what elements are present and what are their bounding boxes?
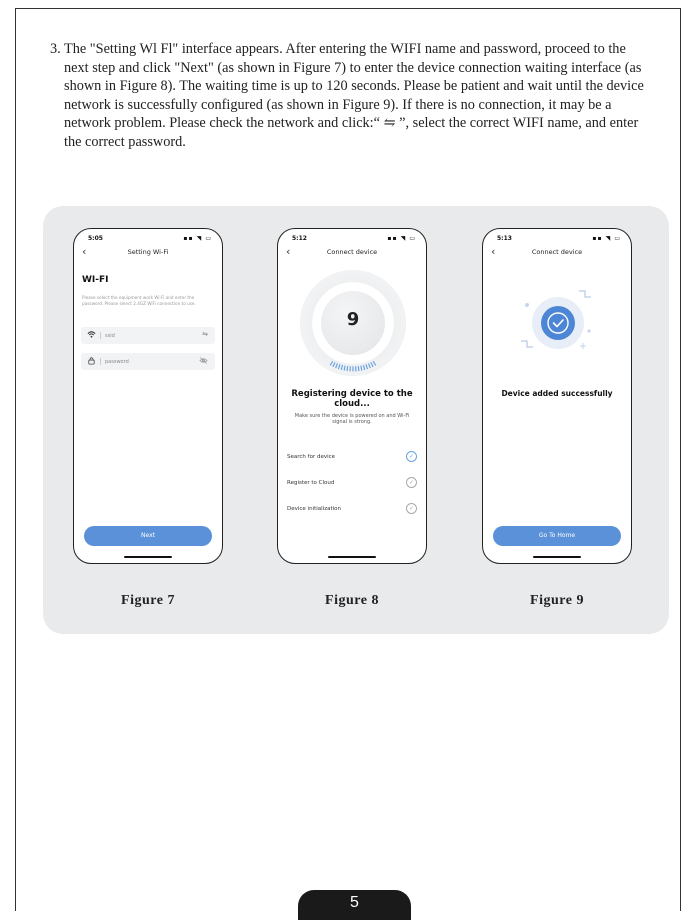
instruction-paragraph: 3. The "Setting Wl Fl" interface appears… bbox=[50, 40, 650, 152]
status-time: 5:13 bbox=[497, 235, 512, 242]
check-circle-icon: ✓ bbox=[406, 503, 417, 514]
figure-8-caption: Figure 8 bbox=[325, 593, 379, 608]
eye-off-icon[interactable] bbox=[199, 356, 208, 367]
nav-bar: ‹ Connect device bbox=[278, 245, 426, 261]
figures-panel: 5:05 ▪▪ ◥ ▭ ‹ Setting Wi-Fi WI-FI Please… bbox=[43, 206, 669, 634]
status-bar: 5:05 ▪▪ ◥ ▭ bbox=[74, 235, 222, 245]
step-label: Device initialization bbox=[287, 506, 342, 512]
figure-9-caption: Figure 9 bbox=[530, 593, 584, 608]
progress-ticks-icon bbox=[329, 360, 377, 372]
screen-title: Setting Wi-Fi bbox=[127, 248, 169, 256]
nav-bar: ‹ Connect device bbox=[483, 245, 631, 261]
ssid-input[interactable]: ssid bbox=[105, 333, 115, 339]
status-time: 5:05 bbox=[88, 235, 103, 242]
phone-figure-8: 5:12 ▪▪ ◥ ▭ ‹ Connect device 9 Registeri… bbox=[277, 228, 427, 564]
field-divider bbox=[100, 358, 101, 365]
password-input[interactable]: password bbox=[105, 359, 129, 365]
phone-figure-9: 5:13 ▪▪ ◥ ▭ ‹ Connect device Device adde… bbox=[482, 228, 632, 564]
status-icons: ▪▪ ◥ ▭ bbox=[387, 235, 416, 242]
step-row: Device initialization ✓ bbox=[287, 503, 417, 514]
figure-7-caption: Figure 7 bbox=[121, 593, 175, 608]
registering-subtext: Make sure the device is powered on and W… bbox=[294, 413, 410, 425]
wifi-icon bbox=[87, 330, 96, 341]
status-icons: ▪▪ ◥ ▭ bbox=[183, 235, 212, 242]
status-bar: 5:12 ▪▪ ◥ ▭ bbox=[278, 235, 426, 245]
screen-title: Connect device bbox=[531, 248, 583, 256]
home-indicator bbox=[533, 555, 581, 558]
swap-icon[interactable]: ⇋ bbox=[202, 330, 208, 338]
status-time: 5:12 bbox=[292, 235, 307, 242]
step-label: Register to Cloud bbox=[287, 480, 335, 486]
nav-bar: ‹ Setting Wi-Fi bbox=[74, 245, 222, 261]
registering-heading: Registering device to the cloud... bbox=[291, 389, 413, 409]
instruction-text: The "Setting Wl Fl" interface appears. A… bbox=[64, 41, 644, 150]
countdown-dial: 9 bbox=[301, 271, 405, 375]
password-field[interactable]: password bbox=[81, 353, 215, 370]
home-indicator bbox=[328, 555, 376, 558]
step-number: 3. bbox=[50, 41, 61, 57]
screen-title: Connect device bbox=[326, 248, 378, 256]
page-number: 5 bbox=[298, 890, 411, 920]
status-icons: ▪▪ ◥ ▭ bbox=[592, 235, 621, 242]
step-label: Search for device bbox=[287, 454, 336, 460]
ssid-field[interactable]: ssid ⇋ bbox=[81, 327, 215, 344]
success-message: Device added successfully bbox=[501, 389, 613, 398]
success-check-icon bbox=[521, 290, 591, 349]
lock-icon bbox=[87, 356, 96, 367]
step-row: Search for device ✓ bbox=[287, 451, 417, 462]
wifi-hint: Please select the equipment work Wi-Fi a… bbox=[82, 295, 196, 306]
home-indicator bbox=[124, 555, 172, 558]
check-circle-icon: ✓ bbox=[406, 477, 417, 488]
go-to-home-button[interactable]: Go To Home bbox=[493, 526, 621, 546]
check-circle-icon: ✓ bbox=[406, 451, 417, 462]
wifi-heading: WI-FI bbox=[82, 275, 109, 285]
next-button[interactable]: Next bbox=[84, 526, 212, 546]
step-row: Register to Cloud ✓ bbox=[287, 477, 417, 488]
field-divider bbox=[100, 332, 101, 339]
phone-figure-7: 5:05 ▪▪ ◥ ▭ ‹ Setting Wi-Fi WI-FI Please… bbox=[73, 228, 223, 564]
status-bar: 5:13 ▪▪ ◥ ▭ bbox=[483, 235, 631, 245]
